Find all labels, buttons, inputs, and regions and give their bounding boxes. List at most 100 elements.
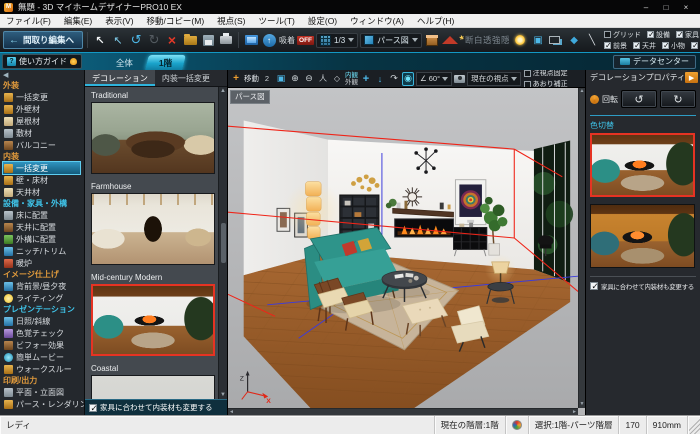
menu-window[interactable]: ウィンドウ(A) bbox=[350, 15, 404, 27]
sidebar-item-ceiling-material[interactable]: 天井材 bbox=[3, 186, 84, 198]
sidebar-item-place-floor[interactable]: 床に配置 bbox=[3, 209, 84, 221]
sidebar-item-place-ceiling[interactable]: 天井に配置 bbox=[3, 221, 84, 233]
3d-viewport[interactable]: Z X パース図 ▲ ▼ ◄ ► bbox=[228, 88, 585, 415]
close-button[interactable]: × bbox=[676, 1, 696, 13]
zoom-out-tool[interactable]: ⊖ bbox=[303, 72, 315, 86]
section-tools-group[interactable]: * 断白透強隠 bbox=[460, 34, 510, 46]
minimize-button[interactable]: – bbox=[636, 1, 656, 13]
menu-tools[interactable]: ツール(T) bbox=[259, 15, 295, 27]
color-variant-1-thumbnail[interactable] bbox=[590, 133, 695, 197]
menu-viewpoint[interactable]: 視点(S) bbox=[217, 15, 245, 27]
media-library-icon[interactable] bbox=[243, 32, 259, 49]
undo-icon[interactable]: ↺ bbox=[128, 32, 144, 49]
fov-angle-dropdown[interactable]: ∠ 60° bbox=[416, 72, 452, 86]
shrink-view-tool[interactable]: ◇ bbox=[331, 72, 343, 86]
open-file-icon[interactable] bbox=[182, 32, 198, 49]
fit-view-tool[interactable]: ▣ bbox=[275, 72, 287, 86]
maximize-button[interactable]: □ bbox=[656, 1, 676, 13]
sidebar-item-color-check[interactable]: 色覚チェック bbox=[3, 327, 84, 339]
color-variant-2-thumbnail[interactable] bbox=[590, 204, 695, 268]
sidebar-item-wall-material[interactable]: 外壁材 bbox=[3, 103, 84, 115]
checkbox-accessories[interactable]: 小物 bbox=[662, 41, 685, 51]
tab-floor-1[interactable]: 1階 bbox=[145, 55, 186, 70]
sidebar-item-before-effect[interactable]: ビフォー効果 bbox=[3, 339, 84, 351]
delete-icon[interactable]: × bbox=[164, 32, 180, 49]
checkbox-equipment[interactable]: 設備 bbox=[647, 30, 670, 40]
current-viewpoint-dropdown[interactable]: 現在の視点 bbox=[467, 72, 521, 86]
style-thumbnail-coastal[interactable] bbox=[91, 375, 215, 399]
usage-guide-button[interactable]: ? 使い方ガイド bbox=[2, 54, 82, 69]
look-around-tool[interactable]: ◉ bbox=[402, 72, 414, 86]
rotate-ccw-button[interactable]: ↺ bbox=[621, 90, 657, 108]
snap-toggle[interactable]: 吸着 OFF bbox=[279, 35, 314, 46]
scroll-up-icon[interactable]: ▲ bbox=[579, 88, 585, 95]
checkbox-grid[interactable]: グリッド bbox=[604, 30, 641, 40]
sidebar-item-walkthrough[interactable]: ウォークスルー bbox=[3, 363, 84, 375]
tab-interior-batch-change[interactable]: 内装一括変更 bbox=[155, 70, 217, 86]
focus-frame-icon[interactable]: ▣ bbox=[530, 32, 546, 49]
sidebar-item-sunlight[interactable]: 日照/斜線 bbox=[3, 315, 84, 327]
sidebar-collapse-icon[interactable]: ◀ bbox=[3, 71, 84, 80]
scroll-up-icon[interactable]: ▲ bbox=[220, 88, 226, 94]
match-interior-checkbox[interactable] bbox=[89, 404, 97, 412]
menu-view[interactable]: 表示(V) bbox=[105, 15, 133, 27]
sidebar-item-plan-elevation[interactable]: 平面・立面図 bbox=[3, 386, 84, 398]
viewport-horizontal-scrollbar[interactable]: ◄ ► bbox=[228, 408, 578, 415]
rotate-cw-button[interactable]: ↻ bbox=[660, 90, 696, 108]
style-list-scrollbar[interactable]: ▲ ▼ bbox=[218, 87, 227, 399]
resize-grip[interactable] bbox=[687, 416, 700, 434]
checkbox-ceiling[interactable]: 天井 bbox=[633, 41, 656, 51]
texture-cube-dropdown[interactable] bbox=[424, 32, 440, 49]
sidebar-item-wall-floor[interactable]: 壁・床材 bbox=[3, 174, 84, 186]
style-thumbnail-farmhouse[interactable] bbox=[91, 193, 215, 265]
sidebar-item-lighting[interactable]: ライティング bbox=[3, 292, 84, 304]
panel-expand-icon[interactable]: ▶ bbox=[685, 72, 698, 83]
tab-decoration[interactable]: デコレーション bbox=[85, 70, 155, 86]
menu-move-copy[interactable]: 移動/コピー(M) bbox=[147, 15, 205, 27]
floor2-tool[interactable]: 2 bbox=[261, 72, 273, 86]
move-tool[interactable]: + bbox=[230, 72, 242, 86]
sidebar-item-paving[interactable]: 敷材 bbox=[3, 127, 84, 139]
tilt-correct-checkbox[interactable]: あおり補正 bbox=[524, 79, 568, 88]
print-icon[interactable] bbox=[218, 32, 234, 49]
menu-edit[interactable]: 編集(E) bbox=[64, 15, 92, 27]
dual-view-icon[interactable] bbox=[548, 32, 564, 49]
data-center-button[interactable]: データセンター bbox=[613, 55, 696, 69]
lower-viewpoint-tool[interactable]: ↓ bbox=[374, 72, 386, 86]
sidebar-item-fireplace[interactable]: 暖炉 bbox=[3, 257, 84, 269]
menu-settings[interactable]: 設定(O) bbox=[308, 15, 337, 27]
scroll-down-icon[interactable]: ▼ bbox=[579, 401, 585, 408]
pointer-icon[interactable]: ↖ bbox=[92, 32, 108, 49]
tilt-tool[interactable]: ↷ bbox=[388, 72, 400, 86]
menu-help[interactable]: ヘルプ(H) bbox=[417, 15, 454, 27]
view-mode-dropdown[interactable]: パース図 bbox=[360, 33, 422, 48]
roof-display-dropdown[interactable] bbox=[442, 32, 458, 49]
pan-tool[interactable]: + bbox=[360, 72, 372, 86]
viewport-vertical-scrollbar[interactable]: ▲ ▼ bbox=[578, 88, 585, 408]
brightness-icon[interactable] bbox=[512, 32, 528, 49]
grid-scale-dropdown[interactable]: 1/3 bbox=[316, 33, 358, 48]
sidebar-item-background-daynight[interactable]: 背前景/昼夕夜 bbox=[3, 280, 84, 292]
checkbox-foreground[interactable]: 前景 bbox=[604, 41, 627, 51]
sidebar-item-rendering[interactable]: パース・レンダリング bbox=[3, 398, 84, 410]
style-thumbnail-traditional[interactable] bbox=[91, 102, 215, 174]
measure-line-icon[interactable]: ╲ bbox=[584, 32, 600, 49]
interior-exterior-toggle[interactable]: 内観 外観 bbox=[345, 72, 358, 86]
sidebar-item-easy-movie[interactable]: 簡単ムービー bbox=[3, 351, 84, 363]
tab-whole-building[interactable]: 全体 bbox=[102, 55, 147, 70]
sidebar-item-exterior-batch[interactable]: 一括変更 bbox=[3, 91, 84, 103]
sidebar-item-interior-batch[interactable]: 一括変更 bbox=[3, 162, 80, 174]
primitives-icon[interactable]: ◆ bbox=[566, 32, 582, 49]
walk-tool[interactable]: 人 bbox=[317, 72, 329, 86]
sidebar-item-roof-material[interactable]: 屋根材 bbox=[3, 115, 84, 127]
sidebar-item-balcony[interactable]: バルコニー bbox=[3, 139, 84, 151]
scrollbar-thumb[interactable] bbox=[221, 223, 226, 263]
checkbox-furniture[interactable]: 家具 bbox=[676, 30, 699, 40]
checkbox-interior[interactable]: 室内 bbox=[691, 41, 700, 51]
back-to-floorplan-button[interactable]: ← 間取り編集へ bbox=[3, 31, 83, 49]
menu-file[interactable]: ファイル(F) bbox=[6, 15, 51, 27]
multi-select-icon[interactable]: ↖ bbox=[110, 32, 126, 49]
cloud-upload-icon[interactable]: ↑ bbox=[261, 32, 277, 49]
zoom-in-tool[interactable]: ⊕ bbox=[289, 72, 301, 86]
fix-target-checkbox[interactable]: 注視点固定 bbox=[524, 70, 568, 78]
